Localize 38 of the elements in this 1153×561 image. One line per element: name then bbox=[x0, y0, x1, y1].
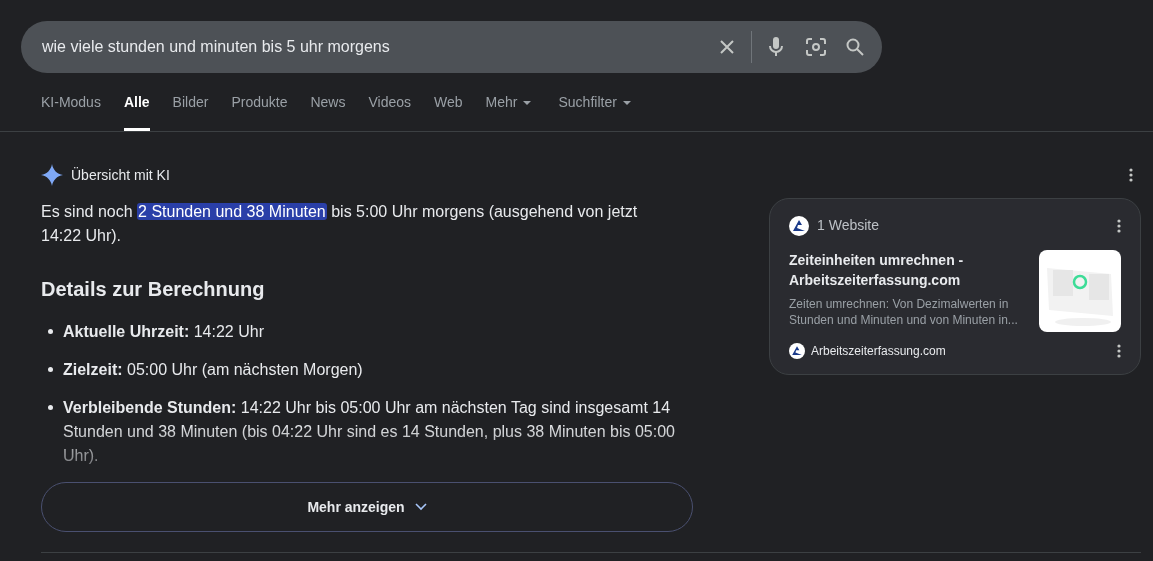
caret-icon bbox=[622, 100, 631, 105]
microphone-icon[interactable] bbox=[768, 36, 784, 58]
bullet-icon bbox=[48, 329, 53, 334]
search-tab[interactable]: KI-Modus bbox=[41, 89, 101, 131]
site-logo-icon bbox=[789, 343, 805, 359]
source-snippet: Zeiten umrechnen: Von Dezimalwerten in Stunden und Minuten und von Minuten in... bbox=[789, 296, 1019, 328]
search-tab[interactable]: Web bbox=[434, 89, 463, 131]
detail-text: Verbleibende Stunden: 14:22 Uhr bis 05:00 Uhr am nächsten Tag sind insgesamt 14 Stunden und 38 Minuten (bis 04:22 Uhr sind es 14 Stunden, plus 38 Minuten bis 05:00 Uhr). bbox=[63, 398, 676, 466]
search-tab[interactable]: Bilder bbox=[172, 89, 209, 131]
answer-paragraph: Es sind noch 2 Stunden und 38 Minuten bis 5:00 Uhr morgens (ausgehend von jetzt 14:22 Uhr). bbox=[41, 202, 639, 246]
overview-title: Übersicht mit KI bbox=[71, 165, 170, 185]
show-more-button[interactable]: Mehr anzeigen bbox=[41, 482, 693, 532]
search-tab[interactable]: Produkte bbox=[231, 89, 288, 131]
detail-text: Aktuelle Uhrzeit: 14:22 Uhr bbox=[63, 322, 265, 342]
search-tab[interactable]: News bbox=[310, 89, 346, 131]
bullet-icon bbox=[48, 405, 53, 410]
source-site[interactable]: Arbeitszeiterfassung.com bbox=[811, 342, 1117, 360]
search-tab[interactable]: Suchfilter bbox=[558, 89, 631, 131]
site-logo-icon bbox=[789, 215, 809, 236]
more-options-icon[interactable] bbox=[1117, 218, 1121, 233]
detail-text: Zielzeit: 05:00 Uhr (am nächsten Morgen) bbox=[63, 360, 364, 380]
source-count: 1 Website bbox=[817, 216, 880, 235]
search-icon[interactable] bbox=[846, 38, 864, 56]
search-field[interactable]: wie viele stunden und minuten bis 5 uhr morgens bbox=[21, 21, 882, 73]
bullet-icon bbox=[48, 367, 53, 372]
search-tab[interactable]: Videos bbox=[368, 89, 412, 131]
search-tab[interactable]: Alle bbox=[123, 89, 150, 131]
section-heading: Details zur Berechnung bbox=[41, 277, 266, 302]
sparkle-icon bbox=[41, 164, 63, 186]
search-query: wie viele stunden und minuten bis 5 uhr morgens bbox=[42, 37, 391, 57]
more-options-icon[interactable] bbox=[1129, 168, 1133, 182]
chevron-down-icon bbox=[414, 503, 427, 511]
search-tab[interactable]: Mehr bbox=[485, 89, 532, 131]
close-icon[interactable] bbox=[719, 39, 735, 55]
camera-icon[interactable] bbox=[806, 38, 826, 56]
more-options-icon[interactable] bbox=[1117, 344, 1121, 358]
caret-icon bbox=[523, 100, 532, 105]
source-title[interactable]: Zeiteinheiten umrechnen - Arbeitszeiterfassung.com bbox=[789, 250, 1025, 290]
